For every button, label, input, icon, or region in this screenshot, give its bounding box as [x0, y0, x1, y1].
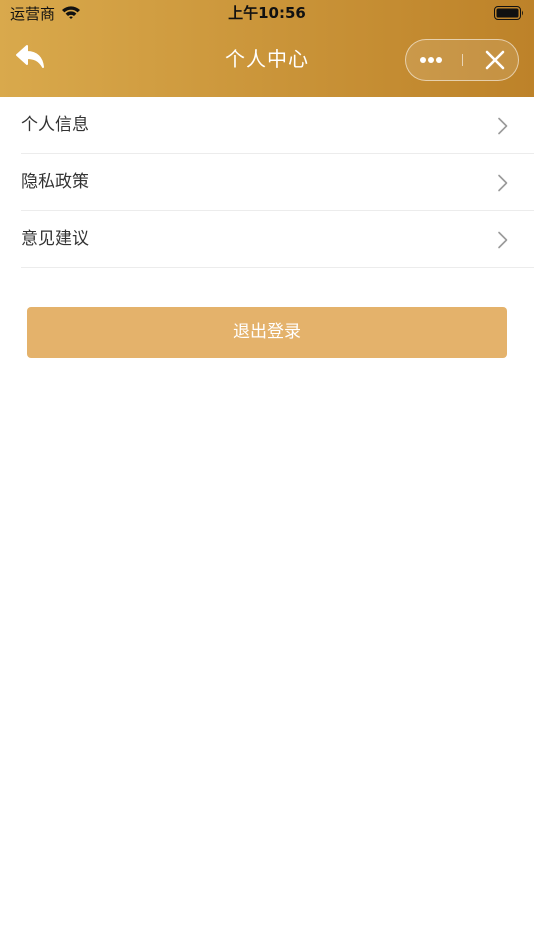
menu-item-privacy-policy[interactable]: 隐私政策	[0, 154, 534, 211]
chevron-right-icon	[498, 174, 508, 192]
close-button[interactable]	[468, 40, 518, 80]
nav-bar: 个人中心	[0, 28, 534, 97]
menu-item-label: 个人信息	[21, 115, 89, 135]
more-dots-icon	[420, 57, 442, 63]
status-bar: 运营商 上午10:56	[0, 0, 534, 28]
menu-item-label: 意见建议	[21, 229, 89, 249]
chevron-right-icon	[498, 231, 508, 249]
app-header: 运营商 上午10:56 个人中心	[0, 0, 534, 97]
chevron-right-icon	[498, 117, 508, 135]
menu-item-personal-info[interactable]: 个人信息	[0, 97, 534, 154]
divider	[21, 267, 534, 268]
close-icon	[485, 50, 505, 70]
more-button[interactable]	[406, 40, 458, 80]
menu-item-feedback[interactable]: 意见建议	[0, 211, 534, 268]
menu-list: 个人信息 隐私政策 意见建议	[0, 97, 534, 268]
capsule-divider	[462, 54, 463, 66]
status-time: 上午10:56	[228, 4, 306, 22]
logout-button[interactable]: 退出登录	[27, 307, 507, 358]
capsule-menu	[405, 39, 519, 81]
menu-item-label: 隐私政策	[21, 172, 89, 192]
battery-icon	[494, 6, 523, 20]
